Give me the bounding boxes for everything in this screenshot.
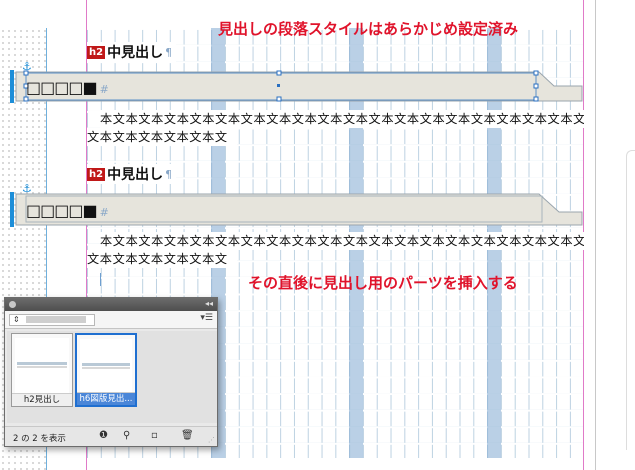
h2-badge: h2 — [87, 45, 106, 59]
library-item[interactable]: h2見出し — [11, 333, 73, 407]
new-item-icon[interactable]: ▫ — [151, 430, 158, 441]
annotation-middle: その直後に見出し用のパーツを挿入する — [248, 274, 518, 292]
item-thumbnail — [80, 339, 132, 395]
item-count: 2 の 2 を表示 — [13, 434, 66, 444]
collapse-icon[interactable]: ◂◂ — [205, 299, 213, 308]
item-label: h2見出し — [12, 393, 72, 406]
panel-titlebar[interactable]: ◂◂ — [5, 298, 217, 311]
library-dropdown[interactable]: ⇕ — [9, 314, 95, 326]
annotation-top: 見出しの段落スタイルはあらかじめ設定済み — [218, 20, 519, 38]
close-icon[interactable] — [9, 301, 16, 308]
body-text-line[interactable]: 文本文本文本文本文本文 — [87, 250, 237, 268]
item-thumbnail — [15, 338, 69, 394]
library-item-selected[interactable]: h6図版見出... — [75, 333, 137, 407]
item-label: h6図版見出... — [77, 392, 135, 405]
h2-badge: h2 — [87, 167, 106, 181]
panel-footer: 2 の 2 を表示 ❶ ⚲ ▫ 🗑 ⋰ — [5, 426, 217, 446]
body-text-line[interactable]: 文本文本文本文本文本文 — [87, 128, 237, 146]
body-text-line[interactable]: 本文本文本文本文本文本文本文本文本文本文本文本文本文本文本文本文本文本文本文本文… — [100, 110, 584, 128]
pilcrow-icon: ¶ — [165, 45, 173, 59]
heading-text: 中見出し — [107, 167, 164, 183]
panel-header: ⇕ ▾☰ — [5, 311, 217, 329]
heading-text: 中見出し — [107, 45, 164, 61]
part-placeholder-text: □□□□■ # — [26, 201, 109, 220]
panel-menu-icon[interactable]: ▾☰ — [200, 313, 213, 323]
heading-part-selected[interactable]: □□□□■ # — [10, 70, 583, 103]
body-text-line[interactable]: 本文本文本文本文本文本文本文本文本文本文本文本文本文本文本文本文本文本文本文本文… — [100, 232, 584, 250]
pilcrow-icon: ¶ — [165, 167, 173, 181]
binoculars-icon[interactable]: ⚲ — [123, 430, 130, 441]
library-panel[interactable]: ◂◂ ⇕ ▾☰ h2見出し h6図版見出... 2 の 2 を表示 ❶ ⚲ ▫ … — [4, 297, 218, 447]
library-items: h2見出し h6図版見出... — [7, 331, 217, 423]
trash-icon[interactable]: 🗑 — [181, 430, 194, 441]
page-edge — [595, 0, 596, 470]
info-icon[interactable]: ❶ — [99, 430, 108, 441]
heading-part[interactable]: □□□□■ # — [10, 192, 583, 227]
scrollbar[interactable] — [626, 150, 635, 450]
heading-h2[interactable]: h2 中見出し ¶ — [87, 42, 177, 62]
text-cursor — [100, 273, 101, 286]
heading-h2[interactable]: h2 中見出し ¶ — [87, 164, 177, 184]
resize-grip[interactable]: ⋰ — [208, 436, 215, 444]
part-placeholder-text: □□□□■ # — [26, 78, 109, 97]
